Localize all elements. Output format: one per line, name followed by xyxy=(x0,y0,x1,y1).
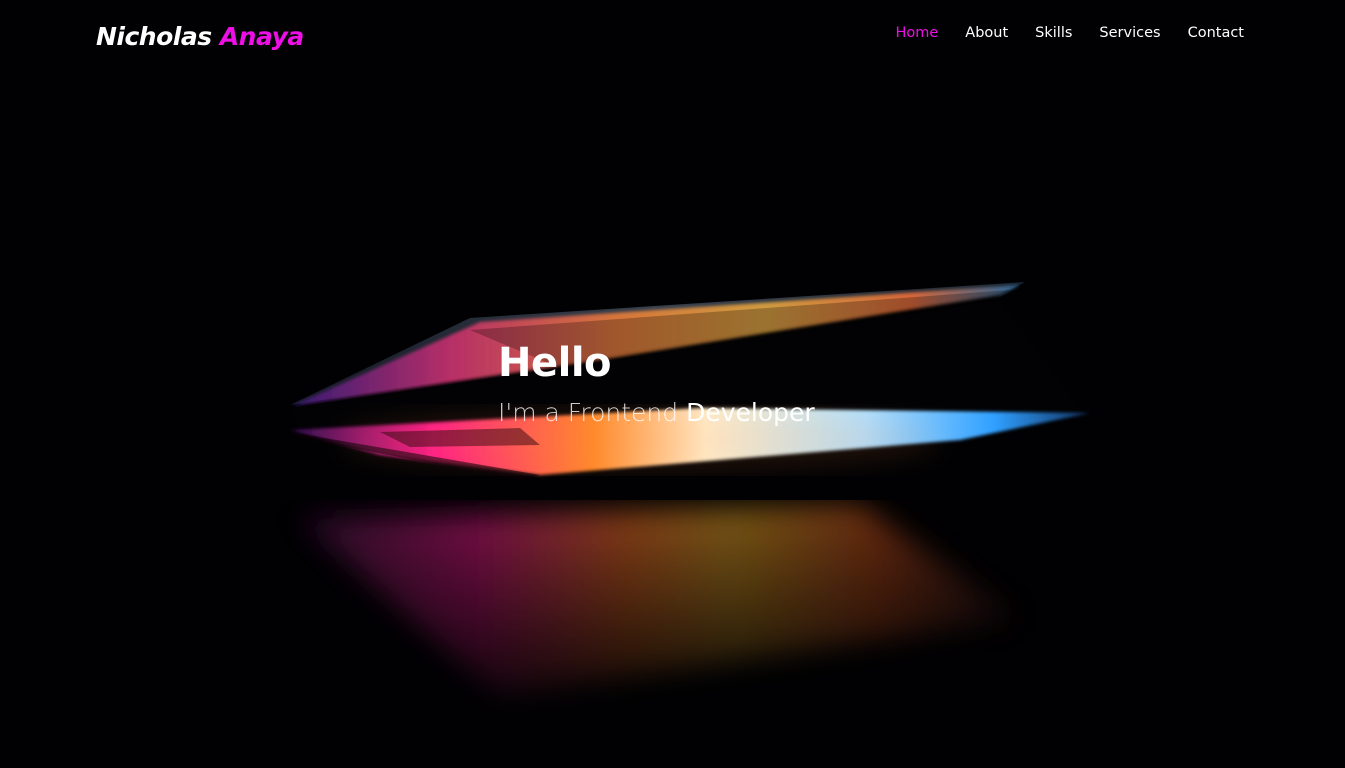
logo-first-name: Nicholas xyxy=(96,22,212,51)
logo-last-name: Anaya xyxy=(219,22,304,51)
page: Nicholas Anaya Home About Skills Service… xyxy=(0,0,1345,768)
main-nav: Home About Skills Services Contact xyxy=(868,25,1244,41)
site-logo[interactable]: Nicholas Anaya xyxy=(96,22,304,51)
tagline-role: Developer xyxy=(686,398,815,427)
nav-item-services[interactable]: Services xyxy=(1099,25,1160,41)
nav-item-home[interactable]: Home xyxy=(895,25,938,41)
nav-item-about[interactable]: About xyxy=(965,25,1008,41)
nav-item-skills[interactable]: Skills xyxy=(1035,25,1072,41)
tagline-prefix: I'm a Frontend xyxy=(498,398,679,427)
hero-heading: Hello xyxy=(498,340,612,386)
hero-text: Hello I'm a Frontend Developer xyxy=(498,338,918,430)
site-header: Nicholas Anaya Home About Skills Service… xyxy=(0,0,1345,78)
nav-item-contact[interactable]: Contact xyxy=(1188,25,1244,41)
hero-tagline: I'm a Frontend Developer xyxy=(498,396,918,430)
